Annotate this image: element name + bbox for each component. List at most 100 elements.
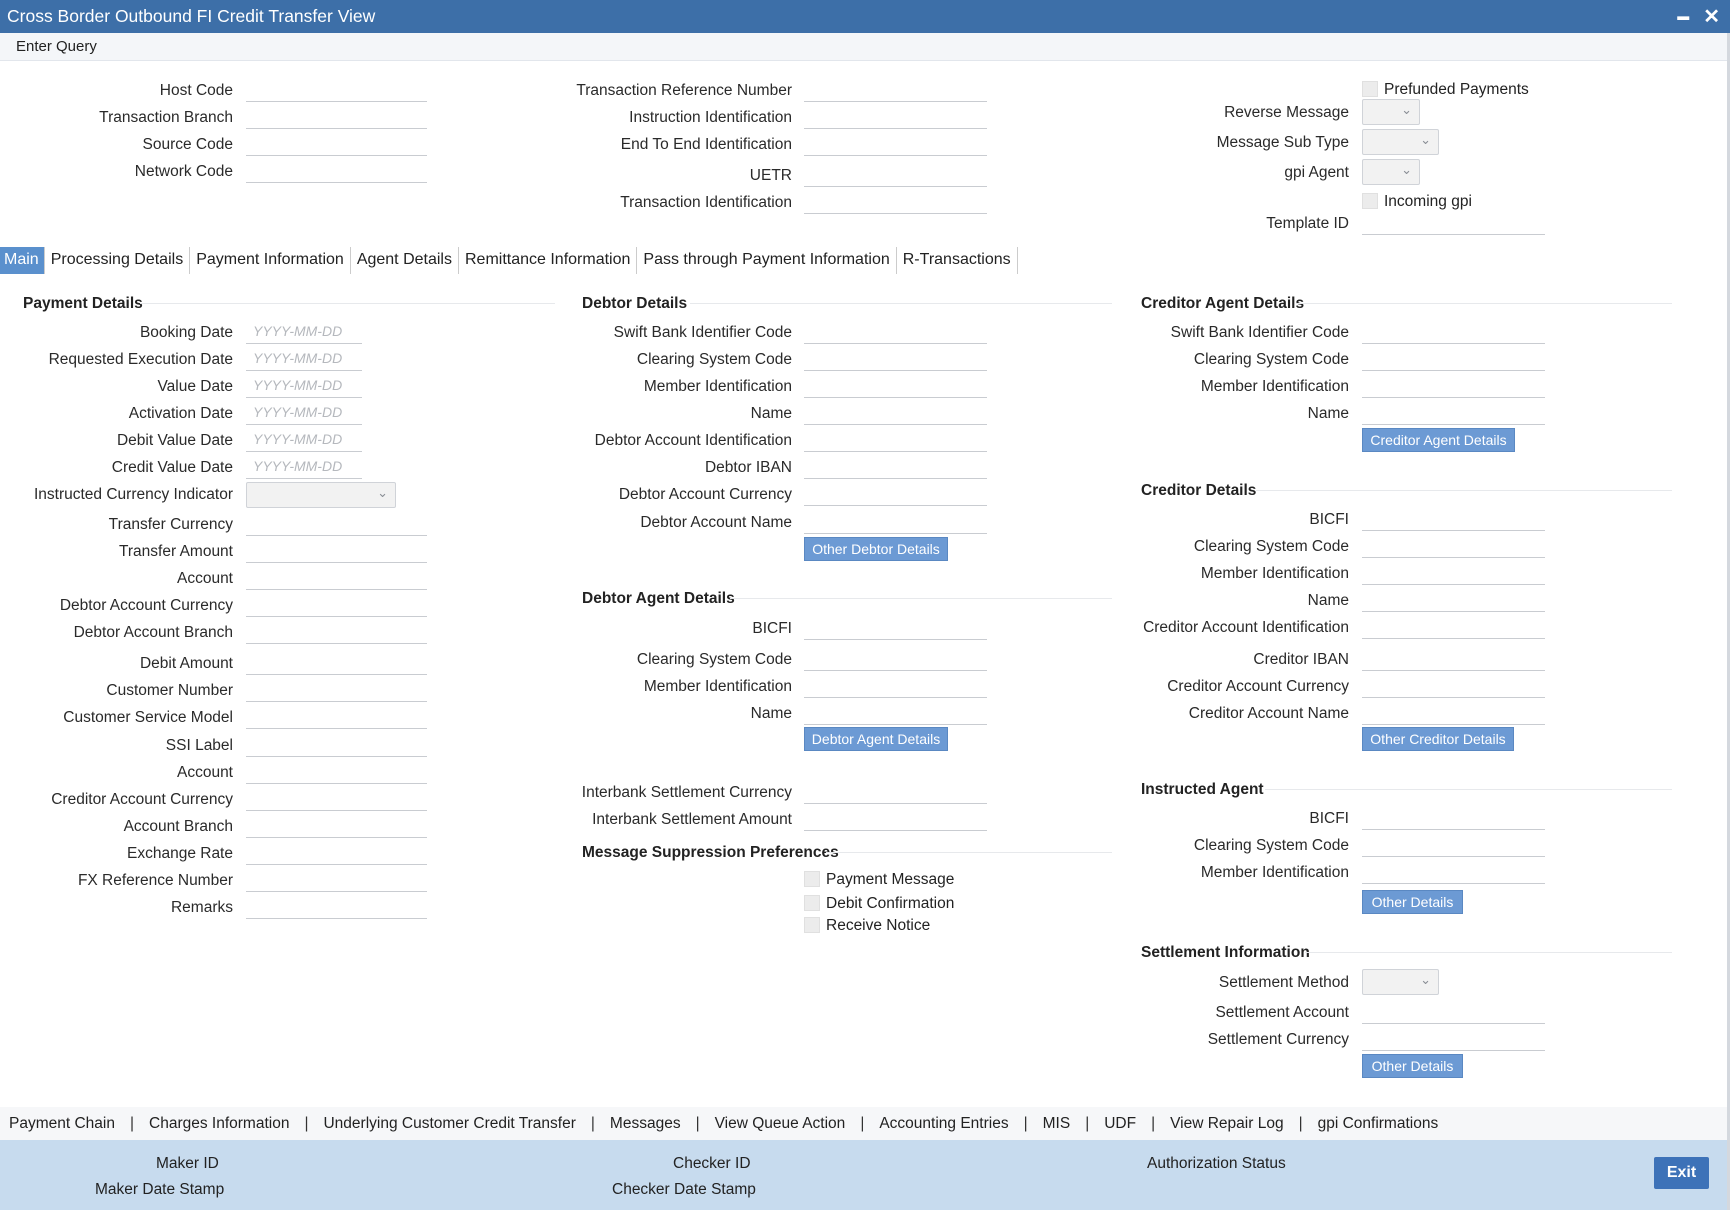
messages-link[interactable]: Messages xyxy=(610,1115,681,1133)
transaction-identification-field[interactable] xyxy=(804,190,987,214)
tab-r-transactions[interactable]: R-Transactions xyxy=(897,247,1018,274)
debit-confirmation-checkbox[interactable] xyxy=(804,895,820,911)
tab-payment-information[interactable]: Payment Information xyxy=(190,247,351,274)
incoming-gpi-checkbox[interactable] xyxy=(1362,193,1378,209)
debtor-agent-name-field[interactable] xyxy=(804,701,987,725)
tab-agent-details[interactable]: Agent Details xyxy=(351,247,459,274)
debtor-swift-bic-field[interactable] xyxy=(804,320,987,344)
account-field[interactable] xyxy=(246,566,427,590)
creditor-clearing-system-code-field[interactable] xyxy=(1362,534,1545,558)
instructed-agent-member-identification-field[interactable] xyxy=(1362,860,1545,884)
reverse-message-select[interactable]: ⌄ xyxy=(1362,99,1420,125)
instructed-currency-indicator-select[interactable]: ⌄ xyxy=(246,482,396,508)
debtor-agent-bicfi-field[interactable] xyxy=(804,616,987,640)
creditor-account-currency-field[interactable] xyxy=(246,787,427,811)
creditor-member-identification-field[interactable] xyxy=(1362,561,1545,585)
creditor-agent-details-button[interactable]: Creditor Agent Details xyxy=(1362,428,1515,452)
ssi-label-field[interactable] xyxy=(246,733,427,757)
debtor-account-identification-field[interactable] xyxy=(804,428,987,452)
debtor-clearing-system-code-field[interactable] xyxy=(804,347,987,371)
view-repair-log-link[interactable]: View Repair Log xyxy=(1170,1115,1283,1133)
tab-main[interactable]: Main xyxy=(0,247,45,274)
udf-link[interactable]: UDF xyxy=(1104,1115,1136,1133)
debit-amount-field[interactable] xyxy=(246,651,427,675)
underlying-customer-credit-transfer-link[interactable]: Underlying Customer Credit Transfer xyxy=(323,1115,575,1133)
tab-pass-through-payment-information[interactable]: Pass through Payment Information xyxy=(637,247,897,274)
transaction-branch-field[interactable] xyxy=(246,105,427,129)
enter-query-button[interactable]: Enter Query xyxy=(16,38,97,55)
settlement-currency-field[interactable] xyxy=(1362,1027,1545,1051)
creditor-agent-swift-bic-field[interactable] xyxy=(1362,320,1545,344)
gpi-agent-select[interactable]: ⌄ xyxy=(1362,159,1420,185)
creditor-agent-member-identification-field[interactable] xyxy=(1362,374,1545,398)
debit-value-date-field[interactable]: YYYY-MM-DD xyxy=(246,428,362,452)
transfer-amount-field[interactable] xyxy=(246,539,427,563)
host-code-field[interactable] xyxy=(246,78,427,102)
creditor-iban-field[interactable] xyxy=(1362,647,1545,671)
exit-button[interactable]: Exit xyxy=(1654,1157,1709,1189)
creditor-name-field[interactable] xyxy=(1362,588,1545,612)
credit-value-date-field[interactable]: YYYY-MM-DD xyxy=(246,455,362,479)
accounting-entries-link[interactable]: Accounting Entries xyxy=(879,1115,1008,1133)
gpi-confirmations-link[interactable]: gpi Confirmations xyxy=(1318,1115,1439,1133)
instructed-agent-bicfi-field[interactable] xyxy=(1362,806,1545,830)
other-debtor-details-button[interactable]: Other Debtor Details xyxy=(804,537,948,561)
instruction-identification-field[interactable] xyxy=(804,105,987,129)
minimize-icon[interactable]: ▬ xyxy=(1677,9,1689,29)
payment-chain-link[interactable]: Payment Chain xyxy=(9,1115,115,1133)
debtor-agent-member-identification-field[interactable] xyxy=(804,674,987,698)
creditor-agent-clearing-system-code-field[interactable] xyxy=(1362,347,1545,371)
creditor-account-field[interactable] xyxy=(246,760,427,784)
transaction-reference-number-field[interactable] xyxy=(804,78,987,102)
uetr-field[interactable] xyxy=(804,163,987,187)
requested-execution-date-field[interactable]: YYYY-MM-DD xyxy=(246,347,362,371)
debtor-agent-details-button[interactable]: Debtor Agent Details xyxy=(804,727,948,751)
template-id-field[interactable] xyxy=(1362,211,1545,235)
debtor-agent-clearing-system-code-field[interactable] xyxy=(804,647,987,671)
instructed-agent-other-details-button[interactable]: Other Details xyxy=(1362,890,1463,914)
settlement-method-select[interactable]: ⌄ xyxy=(1362,969,1439,995)
instructed-agent-clearing-system-code-field[interactable] xyxy=(1362,833,1545,857)
other-creditor-details-button[interactable]: Other Creditor Details xyxy=(1362,727,1514,751)
settlement-account-field[interactable] xyxy=(1362,1000,1545,1024)
debtor-account-name-field[interactable] xyxy=(804,510,987,534)
message-sub-type-label: Message Sub Type xyxy=(1216,134,1349,151)
end-to-end-identification-field[interactable] xyxy=(804,132,987,156)
mis-link[interactable]: MIS xyxy=(1043,1115,1071,1133)
debtor-account-branch-field[interactable] xyxy=(246,620,427,644)
tab-processing-details[interactable]: Processing Details xyxy=(45,247,191,274)
interbank-settlement-currency-field[interactable] xyxy=(804,780,987,804)
value-date-field[interactable]: YYYY-MM-DD xyxy=(246,374,362,398)
account-branch-field[interactable] xyxy=(246,814,427,838)
transfer-currency-field[interactable] xyxy=(246,512,427,536)
exchange-rate-field[interactable] xyxy=(246,841,427,865)
customer-service-model-field[interactable] xyxy=(246,705,427,729)
debtor-name-field[interactable] xyxy=(804,401,987,425)
debtor-member-identification-field[interactable] xyxy=(804,374,987,398)
settlement-other-details-button[interactable]: Other Details xyxy=(1362,1054,1463,1078)
creditor-account-identification-field[interactable] xyxy=(1362,615,1545,639)
view-queue-action-link[interactable]: View Queue Action xyxy=(715,1115,846,1133)
interbank-settlement-amount-field[interactable] xyxy=(804,807,987,831)
source-code-field[interactable] xyxy=(246,132,427,156)
activation-date-field[interactable]: YYYY-MM-DD xyxy=(246,401,362,425)
booking-date-field[interactable]: YYYY-MM-DD xyxy=(246,320,362,344)
debtor-details-account-currency-field[interactable] xyxy=(804,482,987,506)
payment-message-checkbox[interactable] xyxy=(804,871,820,887)
creditor-account-name-field[interactable] xyxy=(1362,701,1545,725)
debtor-account-currency-field[interactable] xyxy=(246,593,427,617)
message-sub-type-select[interactable]: ⌄ xyxy=(1362,129,1439,155)
fx-reference-number-field[interactable] xyxy=(246,868,427,892)
customer-number-field[interactable] xyxy=(246,678,427,702)
close-icon[interactable]: ✕ xyxy=(1703,4,1720,29)
network-code-field[interactable] xyxy=(246,159,427,183)
remarks-field[interactable] xyxy=(246,895,427,919)
creditor-details-account-currency-field[interactable] xyxy=(1362,674,1545,698)
creditor-agent-name-field[interactable] xyxy=(1362,401,1545,425)
creditor-bicfi-field[interactable] xyxy=(1362,507,1545,531)
charges-information-link[interactable]: Charges Information xyxy=(149,1115,289,1133)
receive-notice-checkbox[interactable] xyxy=(804,917,820,933)
tab-remittance-information[interactable]: Remittance Information xyxy=(459,247,638,274)
debtor-iban-field[interactable] xyxy=(804,455,987,479)
prefunded-payments-checkbox[interactable] xyxy=(1362,81,1378,97)
